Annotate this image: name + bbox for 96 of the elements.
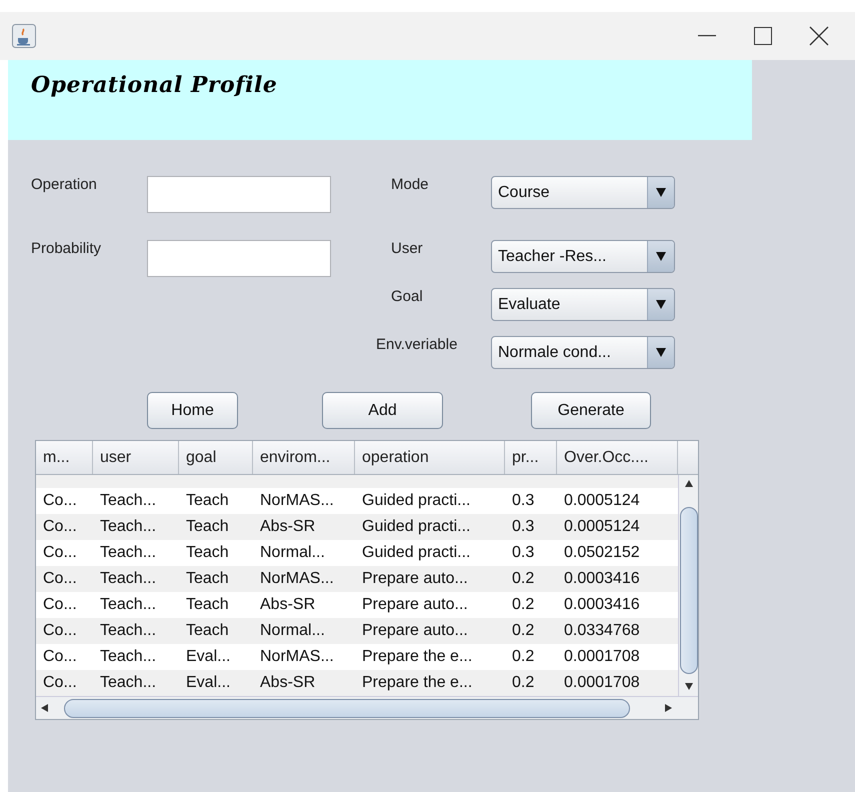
table-cell-text: Co... — [42, 622, 78, 641]
table-cell-text: Teach... — [99, 518, 158, 537]
table-cell-text: Teach — [185, 544, 230, 563]
action-button[interactable]: Add — [322, 392, 443, 429]
dropdown[interactable]: Teacher -Res... — [491, 240, 675, 273]
table-cell-text: Teach — [185, 570, 230, 589]
table-cell-text: 0.0001708 — [563, 648, 641, 667]
column-header[interactable]: Over.Occ.... — [557, 441, 678, 474]
caret-icon — [656, 300, 666, 309]
dropdown[interactable]: Course — [491, 176, 675, 209]
scrollbar-corner — [678, 696, 698, 719]
column-header[interactable]: goal — [179, 441, 253, 474]
table-cell-text: Prepare auto... — [361, 622, 469, 641]
table-cell-text: Prepare auto... — [361, 596, 469, 615]
table-cell-text: Eval... — [185, 648, 232, 667]
maximize-icon[interactable] — [754, 27, 772, 45]
table-cell-text: Teach — [185, 518, 230, 537]
table-cell-text: Abs-SR — [259, 518, 316, 537]
table-cell-text: Guided practi... — [361, 518, 472, 537]
table-cell-text: 0.0001708 — [563, 674, 641, 693]
scroll-up-icon[interactable] — [684, 479, 694, 489]
column-header[interactable]: operation — [355, 441, 505, 474]
table-cell-text: Co... — [42, 544, 78, 563]
table-cell-text: Co... — [42, 492, 78, 511]
field-label: User — [391, 240, 423, 257]
table-cell-text: Teach — [185, 596, 230, 615]
scroll-down-icon[interactable] — [684, 682, 694, 692]
table-cell-text: Prepare auto... — [361, 570, 469, 589]
column-header[interactable]: user — [93, 441, 179, 474]
table-cell-text: Co... — [42, 596, 78, 615]
dropdown[interactable]: Normale cond... — [491, 336, 675, 369]
table-cell-text: Normal... — [259, 544, 326, 563]
dropdown[interactable]: Evaluate — [491, 288, 675, 321]
caret-icon — [656, 188, 666, 197]
table-cell-text: Abs-SR — [259, 674, 316, 693]
close-icon[interactable] — [809, 26, 829, 46]
field-label: Env.veriable — [376, 336, 458, 353]
minimize-icon[interactable] — [698, 35, 716, 37]
table-cell-text: 0.0003416 — [563, 596, 641, 615]
table-cell-text: Teach... — [99, 648, 158, 667]
table-cell-text: 0.0003416 — [563, 570, 641, 589]
input-field[interactable] — [147, 176, 331, 213]
field-label: Probability — [31, 240, 102, 257]
action-button[interactable]: Generate — [531, 392, 651, 429]
table-cell-text: 0.2 — [511, 622, 536, 641]
table-cell-text: Co... — [42, 648, 78, 667]
table-cell-text: Prepare the e... — [361, 648, 474, 667]
table-cell-text: Co... — [42, 570, 78, 589]
caret-icon — [656, 348, 666, 357]
table-cell-text: 0.3 — [511, 518, 536, 537]
vertical-scrollbar[interactable] — [678, 475, 698, 696]
scroll-right-icon[interactable] — [664, 703, 674, 713]
table-cell-text: Teach... — [99, 596, 158, 615]
scroll-thumb[interactable] — [680, 507, 698, 674]
table-cell-text: Abs-SR — [259, 596, 316, 615]
caret-icon — [656, 252, 666, 261]
table-cell-text: 0.2 — [511, 570, 536, 589]
table-cell-text: Teach... — [99, 674, 158, 693]
table-cell-text: Teach — [185, 622, 230, 641]
table-cell-text: Teach... — [99, 622, 158, 641]
table-cell-text: 0.0334768 — [563, 622, 641, 641]
table-cell-text: Prepare the e... — [361, 674, 474, 693]
table-cell-text: Teach — [185, 492, 230, 511]
table-cell-text: Teach... — [99, 544, 158, 563]
coffee-cup-icon — [12, 24, 36, 48]
scroll-thumb[interactable] — [64, 698, 630, 718]
table-cell-text: Teach... — [99, 492, 158, 511]
table-cell-text: Co... — [42, 674, 78, 693]
input-field[interactable] — [147, 240, 331, 277]
action-button[interactable]: Home — [147, 392, 238, 429]
table-cell-text: 0.2 — [511, 648, 536, 667]
table-cell-text: 0.2 — [511, 596, 536, 615]
table-cell-text: 0.3 — [511, 492, 536, 511]
table-cell-text: Normal... — [259, 622, 326, 641]
table-cell-text: NorMAS... — [259, 492, 335, 511]
table-cell-text: NorMAS... — [259, 570, 335, 589]
table-cell-text: NorMAS... — [259, 648, 335, 667]
table-cell-text: 0.0005124 — [563, 518, 641, 537]
table-cell-text: Teach... — [99, 570, 158, 589]
window-title: Operational Profile — [31, 72, 278, 98]
field-label: Mode — [391, 176, 429, 193]
column-header[interactable]: pr... — [505, 441, 557, 474]
table-cell-text: 0.3 — [511, 544, 536, 563]
table-cell-text: 0.2 — [511, 674, 536, 693]
scroll-left-icon[interactable] — [40, 703, 50, 713]
table-cell-text: 0.0005124 — [563, 492, 641, 511]
column-header[interactable]: envirom... — [253, 441, 355, 474]
field-label: Operation — [31, 176, 98, 193]
table-cell-text: 0.0502152 — [563, 544, 641, 563]
table-cell-text: Co... — [42, 518, 78, 537]
table-cell-text: Eval... — [185, 674, 232, 693]
table-cell-text: Guided practi... — [361, 492, 472, 511]
field-label: Goal — [391, 288, 423, 305]
column-header[interactable]: m... — [36, 441, 93, 474]
horizontal-scrollbar[interactable] — [36, 696, 678, 719]
table-cell-text: Guided practi... — [361, 544, 472, 563]
